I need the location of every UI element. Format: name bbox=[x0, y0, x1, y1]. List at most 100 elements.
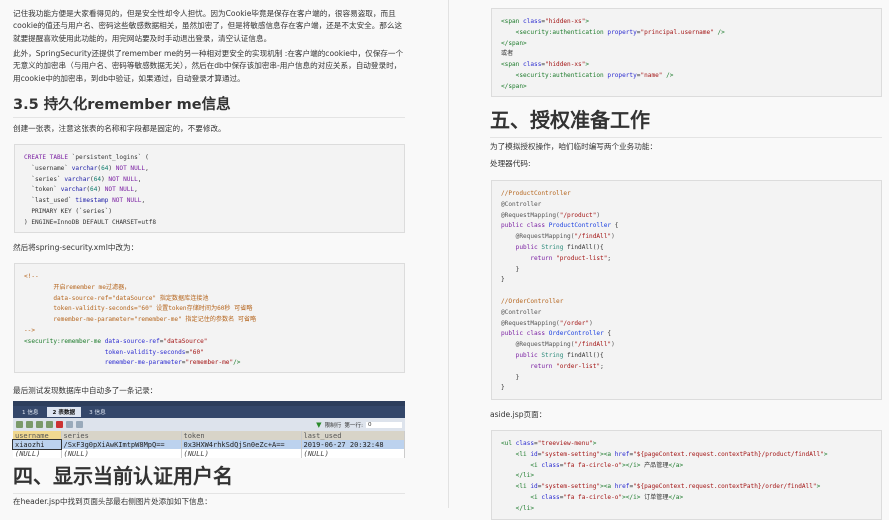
code-token: @RequestMapping( bbox=[501, 233, 575, 241]
code-token: </span> bbox=[501, 39, 527, 47]
code-token: PRIMARY KEY (`series`) bbox=[24, 207, 113, 215]
code-token: `series` bbox=[24, 175, 65, 183]
code-token: </span> bbox=[501, 82, 527, 90]
code-line: <span class="hidden-xs"> bbox=[501, 60, 872, 71]
code-line: //OrderController bbox=[501, 297, 872, 308]
code-token: data-source-ref="dataSource" 指定数据库连接池 bbox=[24, 294, 209, 302]
code-token: `persistent_logins` ( bbox=[71, 154, 149, 161]
code-line: <!-- bbox=[24, 272, 395, 283]
code-token: ></i> bbox=[622, 461, 641, 469]
code-token: 或者 bbox=[501, 50, 514, 58]
code-token: > bbox=[585, 18, 590, 25]
code-token: href bbox=[614, 450, 630, 458]
cell-last-used[interactable]: 2019-06-27 20:32:48 bbox=[301, 440, 405, 449]
code-line: } bbox=[501, 383, 872, 394]
column-header[interactable]: series bbox=[61, 431, 182, 440]
code-token: , bbox=[137, 175, 142, 183]
code-line: @RequestMapping("/product") bbox=[501, 211, 872, 222]
code-token: timestamp bbox=[75, 197, 109, 205]
code-token: varchar bbox=[60, 186, 87, 194]
code-token: > bbox=[823, 450, 828, 458]
db-tab-table-data[interactable]: 2 表数据 bbox=[46, 407, 82, 417]
code-line: public String findAll(){ bbox=[501, 243, 872, 254]
cell-last-used[interactable]: (NULL) bbox=[301, 449, 405, 458]
code-block-sql: CREATE TABLE `persistent_logins` ( `user… bbox=[14, 144, 405, 233]
code-line: <ul class="treeview-menu"> bbox=[501, 439, 872, 450]
code-line: @Controller bbox=[501, 200, 872, 211]
code-token: > bbox=[585, 61, 590, 69]
db-result-grid: username series token last_used xiaozhi … bbox=[12, 431, 405, 458]
cell-series[interactable]: (NULL) bbox=[61, 449, 182, 458]
cell-series[interactable]: /SxF3g0pXiAwKImtpW8MpQ== bbox=[61, 440, 182, 449]
code-line: <li id="system-setting"><a href="${pageC… bbox=[501, 450, 872, 461]
code-line: } bbox=[501, 265, 872, 276]
code-token: 64 bbox=[93, 175, 102, 183]
code-line: </li> bbox=[501, 471, 872, 482]
code-token: remember-me-parameter="remember-me" 指定记住… bbox=[24, 316, 257, 324]
heading-section-4: 四、显示当前认证用户名 bbox=[13, 460, 405, 494]
code-token: class bbox=[541, 461, 560, 469]
code-token: "/order" bbox=[559, 319, 590, 327]
code-line: remember-me-parameter="remember-me" 指定记住… bbox=[24, 315, 395, 326]
code-token: /> bbox=[713, 28, 725, 36]
limit-rows-checkbox[interactable]: 限制行 bbox=[325, 421, 342, 429]
column-header[interactable]: token bbox=[181, 431, 302, 440]
code-token: ) bbox=[97, 186, 105, 194]
code-token: public class bbox=[501, 330, 549, 338]
form-view-icon[interactable] bbox=[76, 421, 83, 428]
code-token: "hidden-xs" bbox=[545, 18, 586, 25]
code-token: class bbox=[523, 18, 542, 25]
code-token: @RequestMapping( bbox=[501, 211, 560, 219]
add-row-icon[interactable] bbox=[36, 421, 43, 428]
copy-row-icon[interactable] bbox=[46, 421, 53, 428]
code-line: @Controller bbox=[501, 308, 872, 319]
table-row[interactable]: (NULL) (NULL) (NULL) (NULL) bbox=[13, 449, 405, 458]
grid-view-icon[interactable] bbox=[66, 421, 73, 428]
table-row[interactable]: xiaozhi /SxF3g0pXiAwKImtpW8MpQ== 0x3HXW4… bbox=[12, 439, 405, 450]
save-icon[interactable] bbox=[16, 421, 23, 428]
code-token: return bbox=[501, 254, 557, 262]
first-row-input[interactable]: 0 bbox=[366, 421, 402, 428]
code-line: token-validity-seconds="60" 设置token存储时间为… bbox=[24, 304, 395, 315]
code-token: <li bbox=[501, 483, 531, 491]
code-token: "hidden-xs" bbox=[545, 61, 586, 69]
code-token: "order-list" bbox=[556, 362, 601, 370]
code-token: class bbox=[515, 440, 535, 447]
code-token: OrderController bbox=[548, 330, 604, 338]
code-line: <i class="fa fa-circle-o"></i> 订单管理</a> bbox=[501, 493, 872, 504]
db-tab-info-3[interactable]: 3 信息 bbox=[83, 407, 112, 417]
code-token: <span bbox=[501, 61, 524, 69]
code-token: "${pageContext.request.contextPath}/orde… bbox=[633, 483, 817, 491]
code-line: return "product-list"; bbox=[501, 254, 872, 265]
code-line: public class ProductController { bbox=[501, 221, 872, 232]
code-token: public class bbox=[501, 222, 549, 230]
code-token: ) bbox=[611, 233, 615, 241]
code-token: NOT NULL bbox=[104, 186, 135, 194]
code-line: //ProductController bbox=[501, 189, 872, 200]
column-header[interactable]: last_used bbox=[301, 431, 405, 440]
code-token: <i bbox=[501, 461, 542, 469]
cell-token[interactable]: 0x3HXW4rhkSdQjSn0eZc+A== bbox=[181, 440, 302, 449]
code-token: NOT NULL bbox=[108, 197, 142, 205]
cell-token[interactable]: (NULL) bbox=[181, 449, 302, 458]
code-token: , bbox=[141, 197, 146, 205]
code-line: token-validity-seconds="60" bbox=[24, 348, 395, 359]
code-token: "product-list" bbox=[556, 254, 608, 262]
cell-username[interactable]: xiaozhi bbox=[12, 439, 62, 450]
code-token: href bbox=[614, 483, 630, 491]
column-header[interactable]: username bbox=[13, 431, 62, 440]
code-line: @RequestMapping("/findAll") bbox=[501, 232, 872, 243]
code-token: //OrderController bbox=[501, 297, 564, 305]
code-token: 订单管理 bbox=[640, 493, 669, 501]
refresh-icon[interactable] bbox=[26, 421, 33, 428]
filter-icon[interactable]: ▼ bbox=[316, 421, 321, 429]
cell-username[interactable]: (NULL) bbox=[13, 449, 62, 458]
db-tab-info-1[interactable]: 1 信息 bbox=[16, 407, 45, 417]
delete-icon[interactable] bbox=[56, 421, 63, 428]
code-token: NOT NULL bbox=[108, 175, 138, 183]
paragraph-persistent-mechanism: 此外，SpringSecurity还提供了remember me的另一种相对更安… bbox=[13, 49, 404, 83]
code-line: data-source-ref="dataSource" 指定数据库连接池 bbox=[24, 294, 395, 305]
code-line: <security:authentication property="name"… bbox=[501, 71, 872, 82]
code-line: return "order-list"; bbox=[501, 362, 872, 373]
code-token: "system-setting" bbox=[541, 483, 601, 491]
